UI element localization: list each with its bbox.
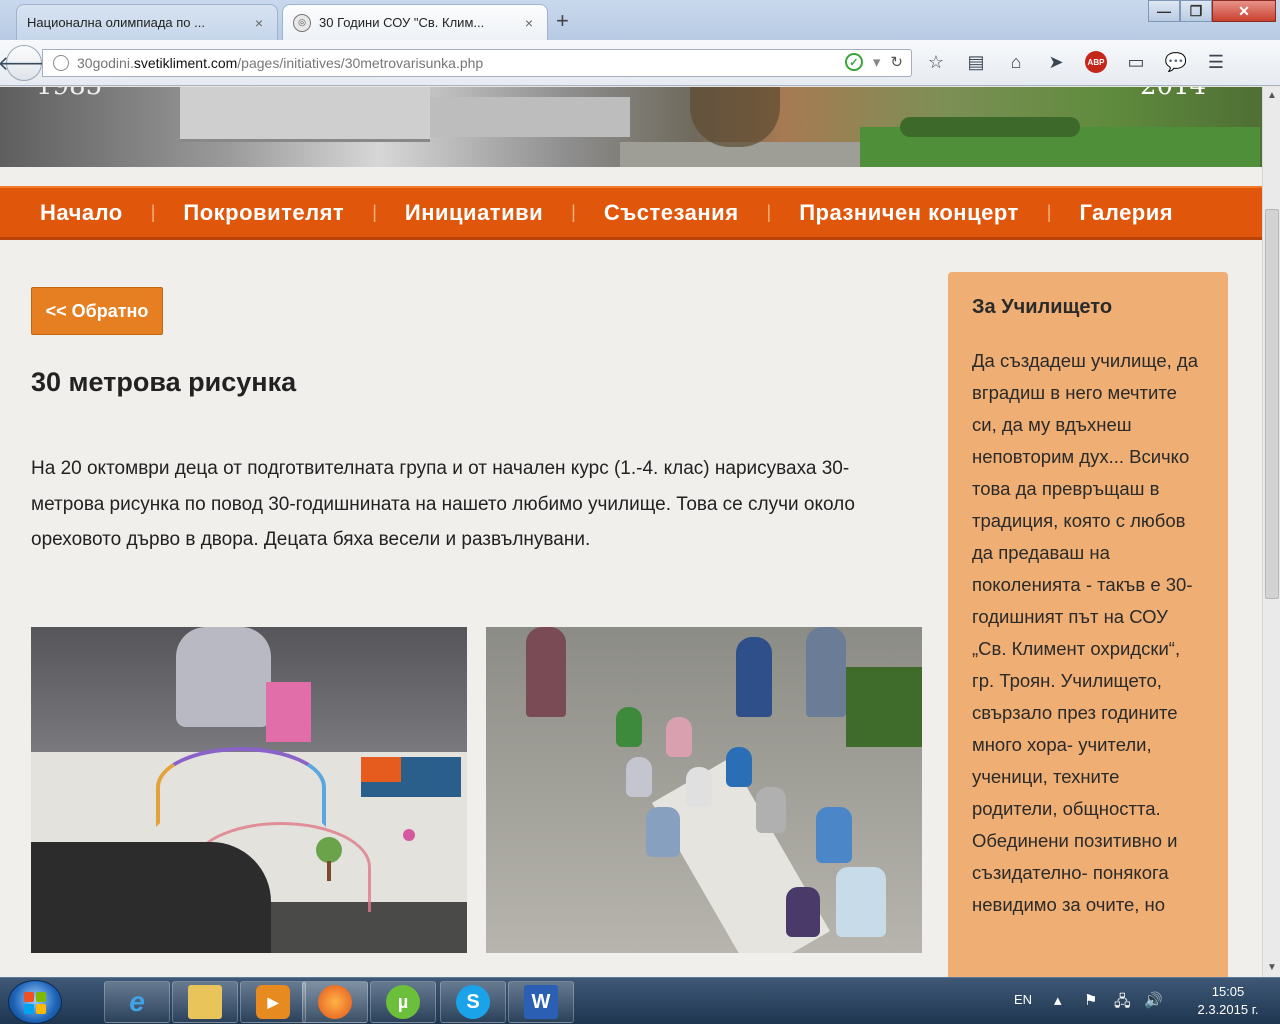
start-button[interactable] — [8, 980, 62, 1024]
menu-item-concert[interactable]: Празничен концерт — [799, 200, 1019, 226]
dropdown-arrow-icon[interactable]: ▾ — [873, 53, 881, 71]
menu-icon[interactable]: ☰ — [1204, 50, 1228, 74]
sidebar-about-school: За Училището Да създадеш училище, да вгр… — [948, 272, 1228, 977]
header-banner-image: 1985 2014 — [0, 87, 1262, 167]
show-hidden-icons-icon[interactable]: ▴ — [1054, 991, 1062, 1009]
menu-separator: | — [571, 202, 576, 222]
language-indicator[interactable]: EN — [1014, 992, 1032, 1007]
clock-time: 15:05 — [1211, 984, 1245, 999]
menu-item-home[interactable]: Начало — [40, 200, 123, 226]
menu-separator: | — [1046, 202, 1052, 222]
file-explorer-icon[interactable] — [172, 981, 238, 1023]
browser-navbar: 🡐 30godini. svetikliment.com /pages/init… — [0, 40, 1280, 86]
skype-icon[interactable]: S — [440, 981, 506, 1023]
star-icon[interactable]: ☆ — [924, 50, 948, 74]
scroll-up-icon[interactable]: ▲ — [1263, 87, 1280, 105]
back-link-button[interactable]: << Обратно — [31, 287, 163, 335]
back-button[interactable]: 🡐 — [0, 45, 51, 81]
photo-children-drawing[interactable] — [486, 627, 922, 953]
utorrent-icon[interactable]: µ — [370, 981, 436, 1023]
volume-icon[interactable]: 🔊 — [1144, 991, 1163, 1009]
windows-taskbar: e ▶ µ S W EN ▴ ⚑ 🖧 🔊 15:05 2.3.2015 г. — [0, 977, 1280, 1024]
chat-icon[interactable]: 💬 — [1164, 50, 1188, 74]
banner-year-left: 1985 — [36, 87, 102, 101]
firefox-icon[interactable] — [302, 981, 368, 1023]
web-page: 1985 2014 Начало | Покровителят | Инициа… — [0, 87, 1262, 977]
url-host: svetikliment.com — [133, 55, 238, 71]
menu-item-gallery[interactable]: Галерия — [1079, 200, 1173, 226]
tab-title: 30 Години СОУ "Св. Клим... — [319, 15, 485, 30]
sidebar-title: За Училището — [972, 296, 1113, 318]
media-player-icon[interactable]: ▶ — [240, 981, 306, 1023]
system-tray: EN ▴ ⚑ 🖧 🔊 15:05 2.3.2015 г. — [1010, 978, 1280, 1024]
url-prefix: 30godini. — [77, 55, 134, 71]
maximize-button[interactable]: ❐ — [1180, 0, 1212, 22]
taskbar-clock[interactable]: 15:05 2.3.2015 г. — [1186, 983, 1270, 1019]
banner-year-right: 2014 — [1140, 87, 1206, 101]
address-bar[interactable]: 30godini. svetikliment.com /pages/initia… — [42, 49, 912, 77]
clock-date: 2.3.2015 г. — [1197, 1002, 1259, 1017]
scroll-down-icon[interactable]: ▼ — [1263, 959, 1280, 977]
photo-drawing-closeup[interactable] — [31, 627, 467, 953]
reading-list-icon[interactable]: ▤ — [964, 50, 988, 74]
page-title: 30 метрова рисунка — [31, 367, 297, 397]
reload-icon[interactable]: ↻ — [890, 53, 903, 71]
main-menu: Начало | Покровителят | Инициативи | Със… — [0, 186, 1262, 240]
menu-item-initiatives[interactable]: Инициативи — [405, 200, 543, 226]
new-tab-button[interactable]: + — [556, 8, 569, 34]
minimize-button[interactable]: — — [1148, 0, 1180, 22]
tab-close-icon[interactable]: × — [521, 15, 537, 31]
internet-explorer-icon[interactable]: e — [104, 981, 170, 1023]
verified-check-icon[interactable]: ✓ — [844, 53, 863, 71]
tab-title: Национална олимпиада по ... — [27, 15, 205, 30]
page-scrollbar[interactable]: ▲ ▼ — [1262, 87, 1280, 977]
globe-icon — [53, 55, 69, 71]
menu-item-competitions[interactable]: Състезания — [604, 200, 739, 226]
tab-olympiad[interactable]: Национална олимпиада по ... × — [16, 4, 278, 40]
menu-separator: | — [372, 202, 377, 222]
adblock-icon[interactable]: ABP — [1084, 50, 1108, 74]
scrollbar-thumb[interactable] — [1265, 209, 1279, 599]
menu-separator: | — [150, 202, 156, 222]
action-center-flag-icon[interactable]: ⚑ — [1084, 991, 1097, 1009]
tab-close-icon[interactable]: × — [251, 15, 267, 31]
site-favicon-icon: ◎ — [293, 13, 311, 32]
windows-logo-icon — [24, 992, 46, 1014]
home-icon[interactable]: ⌂ — [1004, 50, 1028, 74]
menu-separator: | — [766, 202, 772, 222]
network-icon[interactable]: 🖧 — [1114, 991, 1131, 1016]
menu-item-patron[interactable]: Покровителят — [183, 200, 344, 226]
url-path: /pages/initiatives/30metrovarisunka.php — [237, 55, 484, 71]
browser-toolbar: ☆ ▤ ⌂ ➤ ABP ▭ 💬 ☰ — [924, 50, 1228, 74]
window-icon[interactable]: ▭ — [1124, 50, 1148, 74]
sidebar-text: Да създадеш училище, да вградиш в него м… — [972, 350, 1199, 915]
browser-titlebar: Национална олимпиада по ... × ◎ 30 Годин… — [0, 0, 1280, 40]
close-window-button[interactable]: ✕ — [1212, 0, 1276, 22]
word-icon[interactable]: W — [508, 981, 574, 1023]
article-text: На 20 октомври деца от подготвителната г… — [31, 458, 855, 550]
send-icon[interactable]: ➤ — [1044, 50, 1068, 74]
tab-30-godini[interactable]: ◎ 30 Години СОУ "Св. Клим... × — [282, 4, 548, 40]
